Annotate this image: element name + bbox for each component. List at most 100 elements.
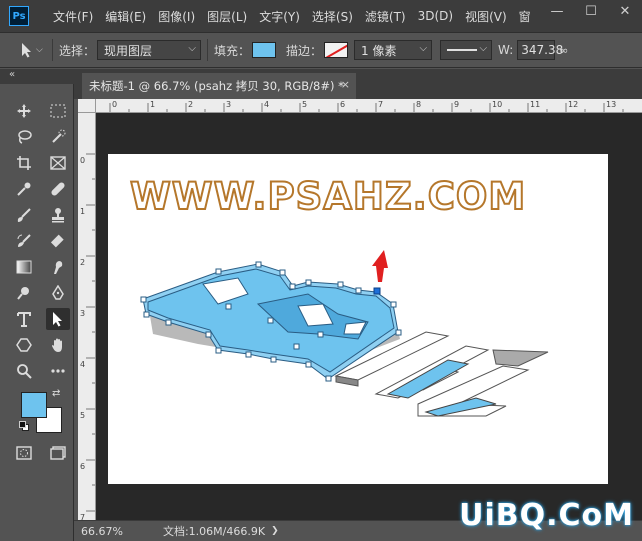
document-canvas[interactable]: WWW.PSAHZ.COM [108, 154, 608, 484]
fill-label: 填充： [214, 43, 251, 58]
pasteboard[interactable]: WWW.PSAHZ.COM [96, 113, 642, 520]
ruler-tick-label: 6 [340, 100, 346, 109]
menu-edit[interactable]: 编辑(E) [99, 8, 152, 25]
quick-selection-tool-icon[interactable] [46, 126, 70, 148]
zoom-tool-icon[interactable] [12, 360, 36, 382]
brush-tool-icon[interactable] [12, 204, 36, 226]
ruler-tick-label: 3 [226, 100, 232, 109]
healing-brush-tool-icon[interactable] [46, 178, 70, 200]
tools-panel: ⇄ [0, 84, 74, 541]
toolbar-header: « [0, 69, 74, 84]
gradient-tool-icon[interactable] [12, 256, 36, 278]
screen-mode-icon[interactable] [46, 442, 70, 464]
stroke-width-value: 1 像素 [361, 43, 397, 58]
eyedropper-tool-icon[interactable] [12, 178, 36, 200]
ruler-tick-label: 5 [302, 100, 308, 109]
ruler-tick-label: 12 [568, 100, 579, 109]
maximize-button[interactable]: ☐ [574, 0, 608, 22]
document-tab-bar: 未标题-1 @ 66.7% (psahz 拷贝 30, RGB/8#) * × [74, 69, 642, 99]
stroke-type-dropdown[interactable]: ⌵ [440, 40, 493, 60]
ruler-tick-label: 13 [606, 100, 617, 109]
path-selection-tool-icon[interactable] [46, 308, 70, 330]
menu-window[interactable]: 窗 [513, 8, 537, 25]
window-controls: — ☐ ✕ [540, 0, 642, 22]
ruler-tick-label: 1 [80, 207, 86, 216]
menu-image[interactable]: 图像(I) [152, 8, 201, 25]
ruler-tick-label: 4 [80, 360, 86, 369]
horizontal-ruler[interactable]: 0 1 2 3 4 5 6 7 8 9 10 11 12 13 [96, 99, 642, 113]
ruler-tick-label: 10 [492, 100, 503, 109]
ruler-tick-label: 7 [378, 100, 384, 109]
select-layer-dropdown[interactable]: 现用图层 ⌵ [97, 40, 202, 60]
ruler-tick-label: 2 [188, 100, 194, 109]
swap-colors-icon[interactable]: ⇄ [52, 388, 60, 399]
menu-3d[interactable]: 3D(D) [412, 9, 459, 23]
collapse-icon[interactable]: « [9, 69, 15, 80]
hand-tool-icon[interactable] [46, 334, 70, 356]
options-bar: ⌵ 选择： 现用图层 ⌵ 填充： 描边： 1 像素 ⌵ ⌵ W: 347.38 … [0, 32, 642, 68]
width-input[interactable]: 347.38 [517, 40, 563, 60]
photoshop-logo: Ps [9, 6, 29, 26]
close-tab-button[interactable]: × [341, 78, 350, 91]
default-colors-icon[interactable] [19, 421, 29, 431]
ruler-tick-label: 2 [80, 258, 86, 267]
selected-anchor-point [373, 287, 381, 295]
ruler-tick-label: 5 [80, 411, 86, 420]
menu-filter[interactable]: 滤镜(T) [359, 8, 412, 25]
ruler-tick-label: 0 [112, 100, 118, 109]
ruler-tick-label: 7 [80, 513, 86, 520]
ruler-tick-label: 11 [530, 100, 541, 109]
smudge-tool-icon[interactable] [46, 256, 70, 278]
foreground-color-swatch[interactable] [21, 392, 47, 418]
canvas-artwork: WWW.PSAHZ.COM [129, 174, 549, 417]
stroke-width-dropdown[interactable]: 1 像素 ⌵ [354, 40, 433, 60]
stroke-color-swatch[interactable] [324, 42, 349, 58]
zoom-level[interactable]: 66.67% [81, 525, 123, 538]
document-tab-title: 未标题-1 @ 66.7% (psahz 拷贝 30, RGB/8#) * [89, 79, 344, 93]
document-tab[interactable]: 未标题-1 @ 66.7% (psahz 拷贝 30, RGB/8#) * × [82, 73, 356, 99]
ruler-tick-label: 1 [150, 100, 156, 109]
menu-select[interactable]: 选择(S) [306, 8, 359, 25]
quick-mask-icon[interactable] [12, 442, 36, 464]
select-layer-value: 现用图层 [104, 43, 153, 58]
status-menu-icon[interactable]: ❯ [271, 526, 279, 536]
width-label: W: [498, 43, 514, 57]
chevron-down-icon: ⌵ [419, 43, 428, 54]
crop-tool-icon[interactable] [12, 152, 36, 174]
headline-text: WWW.PSAHZ.COM [130, 175, 526, 218]
clone-stamp-tool-icon[interactable] [46, 204, 70, 226]
lasso-tool-icon[interactable] [12, 126, 36, 148]
ruler-origin[interactable] [78, 99, 96, 113]
type-tool-icon[interactable] [12, 308, 36, 330]
menu-layer[interactable]: 图层(L) [201, 8, 253, 25]
ruler-tick-label: 9 [454, 100, 460, 109]
vertical-ruler[interactable]: 0 1 2 3 4 5 6 7 [78, 113, 96, 520]
minimize-button[interactable]: — [540, 0, 574, 22]
menu-file[interactable]: 文件(F) [47, 8, 99, 25]
ruler-tick-label: 6 [80, 462, 86, 471]
shape-tool-icon[interactable] [12, 334, 36, 356]
watermark-text: UiBQ.CoM [459, 498, 634, 533]
dodge-tool-icon[interactable] [12, 282, 36, 304]
annotation-arrow [372, 250, 388, 282]
path-selection-tool-icon[interactable]: ⌵ [20, 42, 46, 58]
frame-tool-icon[interactable] [46, 152, 70, 174]
close-button[interactable]: ✕ [608, 0, 642, 22]
menu-type[interactable]: 文字(Y) [253, 8, 306, 25]
more-tools-icon[interactable] [46, 360, 70, 382]
history-brush-tool-icon[interactable] [12, 230, 36, 252]
marquee-tool-icon[interactable] [46, 100, 70, 122]
chevron-down-icon: ⌵ [188, 43, 197, 54]
ruler-tick-label: 3 [80, 309, 86, 318]
pen-tool-icon[interactable] [46, 282, 70, 304]
width-value: 347.38 [521, 43, 564, 57]
move-tool-icon[interactable] [12, 100, 36, 122]
ruler-tick-label: 4 [264, 100, 270, 109]
eraser-tool-icon[interactable] [46, 230, 70, 252]
divider [52, 39, 53, 61]
divider [207, 39, 209, 61]
fill-color-swatch[interactable] [252, 42, 277, 58]
document-info[interactable]: 文档:1.06M/466.9K [163, 523, 265, 539]
chevron-down-icon: ⌵ [36, 45, 43, 55]
menu-view[interactable]: 视图(V) [459, 8, 513, 25]
